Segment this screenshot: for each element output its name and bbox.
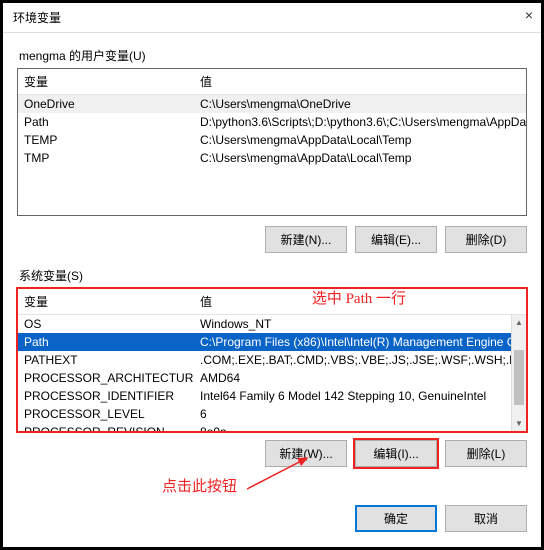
list-row[interactable]: PROCESSOR_IDENTIFIER Intel64 Family 6 Mo… — [18, 387, 511, 405]
list-row[interactable]: PROCESSOR_REVISION 8e0a — [18, 423, 511, 431]
list-header: 变量 值 — [18, 289, 526, 315]
header-val: 值 — [194, 69, 526, 94]
system-edit-button[interactable]: 编辑(I)... — [355, 440, 437, 467]
scroll-thumb[interactable] — [514, 350, 524, 405]
list-row[interactable]: Path D:\python3.6\Scripts\;D:\python3.6\… — [18, 113, 526, 131]
list-header: 变量 值 — [18, 69, 526, 95]
scroll-down-icon[interactable]: ▼ — [512, 416, 526, 431]
user-delete-button[interactable]: 删除(D) — [445, 226, 527, 253]
header-var: 变量 — [18, 69, 194, 94]
scroll-up-icon[interactable]: ▲ — [512, 315, 526, 330]
ok-button[interactable]: 确定 — [355, 505, 437, 532]
user-vars-list[interactable]: 变量 值 OneDrive C:\Users\mengma\OneDrive P… — [17, 68, 527, 216]
list-row-selected[interactable]: Path C:\Program Files (x86)\Intel\Intel(… — [18, 333, 511, 351]
system-vars-label: 系统变量(S) — [19, 267, 527, 284]
list-row[interactable]: PROCESSOR_ARCHITECTURE AMD64 — [18, 369, 511, 387]
list-row[interactable]: PATHEXT .COM;.EXE;.BAT;.CMD;.VBS;.VBE;.J… — [18, 351, 511, 369]
list-body: OneDrive C:\Users\mengma\OneDrive Path D… — [18, 95, 526, 215]
annotation-click: 点击此按钮 — [162, 475, 237, 496]
close-icon[interactable]: × — [525, 7, 533, 23]
header-var: 变量 — [18, 289, 194, 314]
scroll-track[interactable] — [512, 330, 526, 416]
list-row[interactable]: OS Windows_NT — [18, 315, 511, 333]
scrollbar[interactable]: ▲ ▼ — [511, 315, 526, 431]
titlebar: 环境变量 × — [3, 3, 541, 33]
header-val: 值 — [194, 289, 526, 314]
list-row[interactable]: OneDrive C:\Users\mengma\OneDrive — [18, 95, 526, 113]
system-new-button[interactable]: 新建(W)... — [265, 440, 347, 467]
user-edit-button[interactable]: 编辑(E)... — [355, 226, 437, 253]
list-row[interactable]: TEMP C:\Users\mengma\AppData\Local\Temp — [18, 131, 526, 149]
list-body: OS Windows_NT Path C:\Program Files (x86… — [18, 315, 526, 431]
system-vars-list[interactable]: 选中 Path 一行 变量 值 OS Windows_NT Path C:\Pr… — [17, 288, 527, 432]
system-delete-button[interactable]: 删除(L) — [445, 440, 527, 467]
list-row[interactable]: TMP C:\Users\mengma\AppData\Local\Temp — [18, 149, 526, 167]
user-vars-label: mengma 的用户变量(U) — [19, 47, 527, 64]
cancel-button[interactable]: 取消 — [445, 505, 527, 532]
user-new-button[interactable]: 新建(N)... — [265, 226, 347, 253]
window-title: 环境变量 — [13, 11, 61, 25]
list-row[interactable]: PROCESSOR_LEVEL 6 — [18, 405, 511, 423]
